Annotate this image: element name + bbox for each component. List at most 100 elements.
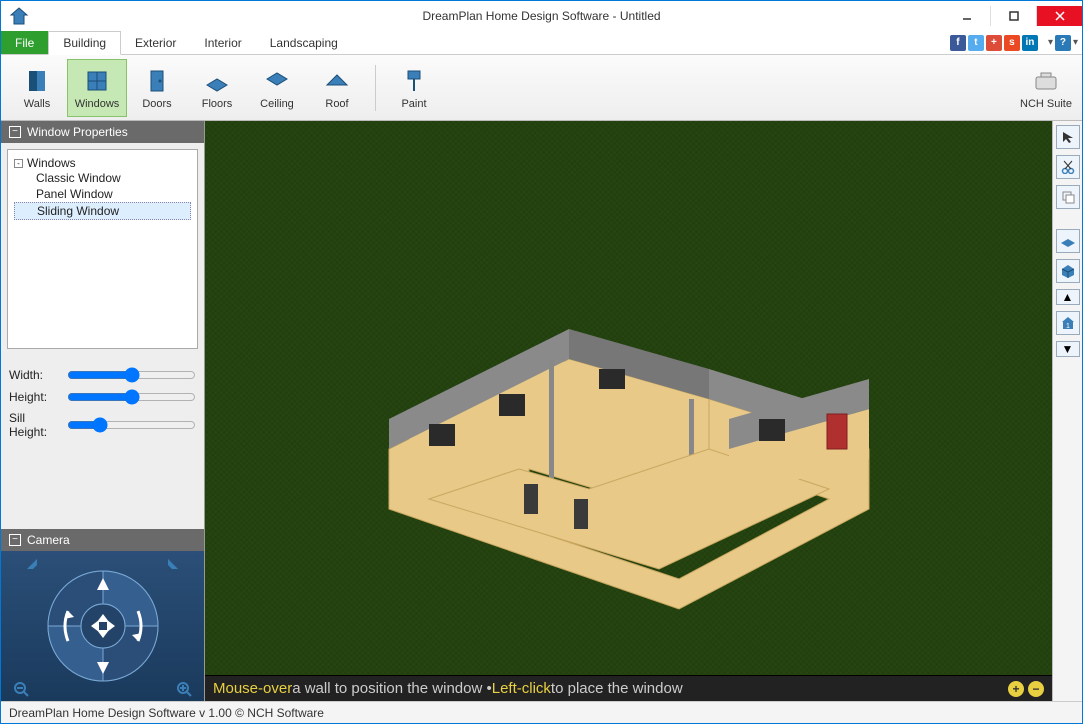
googleplus-icon[interactable]: + [986,35,1002,51]
camera-title: Camera [27,533,70,547]
tab-interior[interactable]: Interior [190,31,255,54]
properties-panel: − Window Properties - Windows Classic Wi… [1,121,205,701]
slider-label: Height: [9,390,61,404]
hint-text-2: to place the window [551,680,683,697]
select-tool[interactable] [1056,125,1080,149]
svg-text:1: 1 [1066,323,1070,330]
tool-label: Windows [75,98,120,110]
tool-label: Paint [401,98,426,110]
slider-width: Width: [9,367,196,383]
floor-plan-3d [329,199,929,619]
tool-paint[interactable]: Paint [384,59,444,117]
tree-root-label: Windows [27,156,76,170]
tool-label: Roof [325,98,348,110]
tool-label: NCH Suite [1020,98,1072,110]
main-area: − Window Properties - Windows Classic Wi… [1,121,1082,701]
cut-tool[interactable] [1056,155,1080,179]
tool-windows[interactable]: Windows [67,59,127,117]
slider-sill-height: Sill Height: [9,411,196,439]
view-3d[interactable] [205,121,1052,675]
roof-icon [322,66,352,96]
properties-title: Window Properties [27,125,128,139]
wall-icon [22,66,52,96]
tool-nch-suite[interactable]: NCH Suite [1016,59,1076,117]
camera-panel: − Camera [1,529,204,701]
camera-header: − Camera [1,529,204,551]
properties-header: − Window Properties [1,121,204,143]
camera-arrow-tl[interactable] [25,557,39,571]
menu-file[interactable]: File [1,31,48,54]
camera-wheel[interactable] [43,566,163,686]
tab-building[interactable]: Building [48,31,121,55]
titlebar: DreamPlan Home Design Software - Untitle… [1,1,1082,31]
collapse-icon[interactable]: − [9,126,21,138]
height-slider[interactable] [67,389,196,405]
menu-dropdown-icon[interactable]: ▾ [1048,37,1053,48]
help-icon[interactable]: ? [1055,35,1071,51]
minimize-button[interactable] [944,6,990,26]
zoom-minus-icon[interactable]: − [1028,681,1044,697]
linkedin-icon[interactable]: in [1022,35,1038,51]
toolbar-separator [375,65,376,111]
hint-highlight-1: Mouse-over [213,680,292,697]
facebook-icon[interactable]: f [950,35,966,51]
tool-roof[interactable]: Roof [307,59,367,117]
viewport: Mouse-over a wall to position the window… [205,121,1052,701]
tool-walls[interactable]: Walls [7,59,67,117]
window-icon [82,66,112,96]
window-controls [944,6,1082,26]
maximize-button[interactable] [990,6,1036,26]
zoom-in-icon[interactable] [176,681,192,697]
slider-label: Sill Height: [9,411,61,439]
ceiling-icon [262,66,292,96]
tree-root[interactable]: - Windows [14,156,191,170]
statusbar: DreamPlan Home Design Software v 1.00 © … [1,701,1082,723]
menubar: File Building Exterior Interior Landscap… [1,31,1082,55]
paint-icon [399,66,429,96]
help-dropdown-icon[interactable]: ▾ [1073,37,1078,48]
tree-item-classic[interactable]: Classic Window [14,170,191,186]
slider-height: Height: [9,389,196,405]
tool-doors[interactable]: Doors [127,59,187,117]
hint-text-1: a wall to position the window • [292,680,492,697]
tool-floors[interactable]: Floors [187,59,247,117]
floor-icon [202,66,232,96]
status-text: DreamPlan Home Design Software v 1.00 © … [9,706,324,720]
right-toolbar: ▲ 1 ▼ [1052,121,1082,701]
stumbleupon-icon[interactable]: s [1004,35,1020,51]
tab-exterior[interactable]: Exterior [121,31,190,54]
collapse-icon[interactable]: − [9,534,21,546]
width-slider[interactable] [67,367,196,383]
floor-down-button[interactable]: ▼ [1056,341,1080,357]
door-icon [142,66,172,96]
tree-item-panel[interactable]: Panel Window [14,186,191,202]
zoom-plus-icon[interactable]: + [1008,681,1024,697]
tool-label: Ceiling [260,98,294,110]
close-button[interactable] [1036,6,1082,26]
window-tree[interactable]: - Windows Classic Window Panel Window Sl… [7,149,198,349]
tree-item-sliding[interactable]: Sliding Window [14,202,191,220]
view-3d-tool[interactable] [1056,259,1080,283]
copy-tool[interactable] [1056,185,1080,209]
suite-icon [1031,66,1061,96]
expand-icon[interactable]: - [14,159,23,168]
camera-arrow-tr[interactable] [166,557,180,571]
zoom-out-icon[interactable] [13,681,29,697]
slider-label: Width: [9,368,61,382]
tool-ceiling[interactable]: Ceiling [247,59,307,117]
floor-indicator[interactable]: 1 [1056,311,1080,335]
floor-up-button[interactable]: ▲ [1056,289,1080,305]
camera-controls [1,551,204,701]
hint-highlight-2: Left-click [492,680,551,697]
view-2d-tool[interactable] [1056,229,1080,253]
tool-label: Walls [24,98,50,110]
tool-label: Floors [202,98,233,110]
hint-bar: Mouse-over a wall to position the window… [205,675,1052,701]
sill-height-slider[interactable] [67,417,196,433]
menubar-social: f t + s in ▾ ? ▾ [950,31,1078,54]
window-title: DreamPlan Home Design Software - Untitle… [422,9,660,23]
tab-landscaping[interactable]: Landscaping [256,31,352,54]
toolbar: Walls Windows Doors Floors Ceiling Roof … [1,55,1082,121]
twitter-icon[interactable]: t [968,35,984,51]
sliders-group: Width: Height: Sill Height: [1,355,204,451]
